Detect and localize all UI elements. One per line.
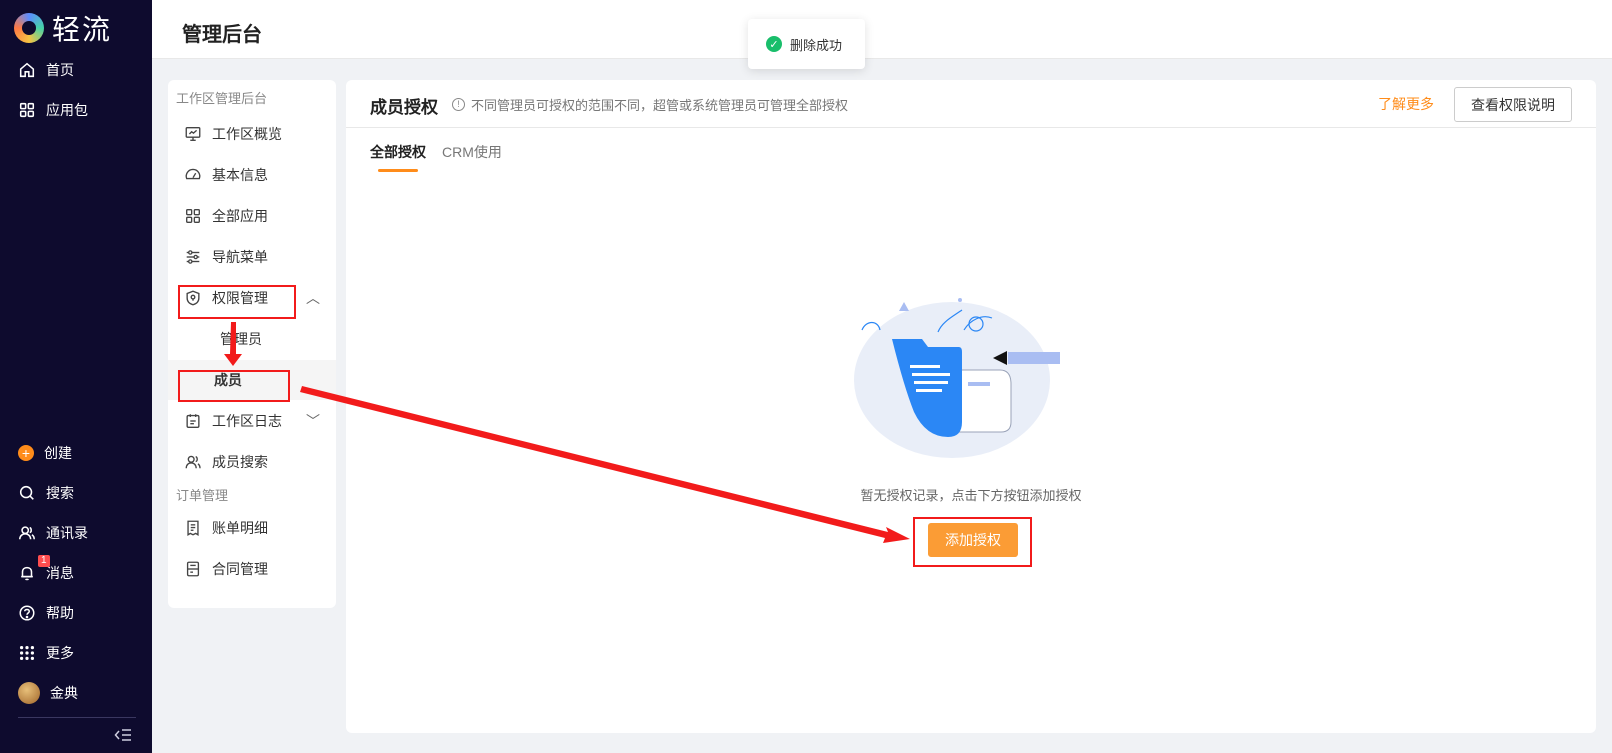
nav-more-label: 更多 bbox=[46, 645, 74, 661]
sidebar-subitem-label: 管理员 bbox=[220, 331, 262, 347]
sidebar-item-label: 工作区日志 bbox=[212, 413, 282, 429]
nav-user[interactable]: 金典 bbox=[18, 681, 78, 705]
left-navigation: 轻流 首页 应用包 + 创建 搜索 通讯录 消息 1 帮助 更多 金典 bbox=[0, 0, 152, 753]
message-count-badge: 1 bbox=[38, 555, 50, 567]
nav-contacts-label: 通讯录 bbox=[46, 525, 88, 541]
logo-mark-icon bbox=[14, 13, 44, 43]
nav-messages[interactable]: 消息 1 bbox=[18, 555, 74, 585]
sidebar-item-workspace-log[interactable]: 工作区日志 ﹀ bbox=[184, 401, 334, 441]
apps-grid-icon bbox=[186, 209, 200, 223]
success-toast: ✓ 删除成功 bbox=[748, 19, 865, 69]
app-logo[interactable]: 轻流 bbox=[14, 8, 112, 48]
nav-create-label: 创建 bbox=[44, 445, 72, 461]
sidebar-item-permission-management[interactable]: 权限管理 ︿ bbox=[184, 278, 334, 318]
nav-app-package-label: 应用包 bbox=[46, 102, 88, 118]
panel-title: 成员授权 bbox=[370, 98, 438, 117]
admin-sidebar: 工作区管理后台 工作区概览 基本信息 全部应用 导航菜单 权限管理 ︿ 管理员 … bbox=[168, 80, 336, 608]
sidebar-item-label: 工作区概览 bbox=[212, 126, 282, 142]
contacts-icon bbox=[19, 526, 35, 540]
nav-create[interactable]: + 创建 bbox=[18, 441, 72, 465]
nav-messages-label: 消息 bbox=[46, 565, 74, 581]
nav-help-label: 帮助 bbox=[46, 605, 74, 621]
plus-circle-icon: + bbox=[18, 445, 34, 461]
collapse-icon[interactable] bbox=[114, 728, 132, 745]
sidebar-item-all-apps[interactable]: 全部应用 bbox=[184, 196, 334, 236]
sidebar-item-label: 成员搜索 bbox=[212, 454, 268, 470]
monitor-icon bbox=[185, 127, 201, 141]
sidebar-item-basic-info[interactable]: 基本信息 bbox=[184, 155, 334, 195]
learn-more-link[interactable]: 了解更多 bbox=[1378, 94, 1434, 114]
view-permission-doc-button[interactable]: 查看权限说明 bbox=[1454, 87, 1572, 122]
calendar-icon bbox=[186, 414, 200, 428]
dashboard-icon bbox=[185, 168, 201, 180]
nav-divider bbox=[18, 717, 136, 718]
sidebar-item-label: 账单明细 bbox=[212, 520, 268, 536]
info-icon: ! bbox=[452, 98, 465, 111]
sidebar-item-label: 导航菜单 bbox=[212, 249, 268, 265]
main-panel: 成员授权 ! 不同管理员可授权的范围不同，超管或系统管理员可管理全部授权 了解更… bbox=[346, 80, 1596, 733]
shield-icon bbox=[186, 290, 200, 306]
tab-crm-usage[interactable]: CRM使用 bbox=[442, 142, 502, 162]
home-icon bbox=[19, 62, 35, 78]
sliders-icon bbox=[186, 250, 200, 264]
bill-icon bbox=[187, 520, 199, 536]
sidebar-item-label: 基本信息 bbox=[212, 167, 268, 183]
logo-text: 轻流 bbox=[52, 13, 113, 46]
sidebar-item-workspace-overview[interactable]: 工作区概览 bbox=[184, 114, 334, 154]
dots-grid-icon bbox=[19, 645, 35, 661]
add-authorization-button[interactable]: 添加授权 bbox=[928, 523, 1018, 557]
nav-help[interactable]: 帮助 bbox=[18, 601, 74, 625]
sidebar-item-nav-menu[interactable]: 导航菜单 bbox=[184, 237, 334, 277]
apps-grid-icon bbox=[19, 102, 35, 118]
sidebar-item-label: 权限管理 bbox=[212, 290, 268, 306]
sidebar-subitem-label: 成员 bbox=[214, 372, 242, 388]
sidebar-item-contract-management[interactable]: 合同管理 bbox=[184, 549, 334, 589]
sidebar-item-label: 合同管理 bbox=[212, 561, 268, 577]
chevron-up-icon[interactable]: ︿ bbox=[306, 288, 320, 308]
chevron-down-icon[interactable]: ﹀ bbox=[306, 411, 320, 431]
empty-state-text: 暂无授权记录，点击下方按钮添加授权 bbox=[860, 488, 1082, 503]
nav-more[interactable]: 更多 bbox=[18, 641, 74, 665]
top-header: 管理后台 bbox=[152, 0, 1612, 59]
sidebar-subitem-admin[interactable]: 管理员 bbox=[168, 319, 336, 359]
help-icon bbox=[19, 605, 35, 621]
active-tab-indicator bbox=[378, 169, 418, 172]
bell-icon bbox=[21, 566, 33, 581]
panel-tip-text: 不同管理员可授权的范围不同，超管或系统管理员可管理全部授权 bbox=[471, 98, 849, 113]
nav-contacts[interactable]: 通讯录 bbox=[18, 521, 88, 545]
contract-icon bbox=[186, 561, 200, 577]
tab-all-authorizations[interactable]: 全部授权 bbox=[370, 142, 426, 162]
nav-search-label: 搜索 bbox=[46, 485, 74, 501]
nav-app-package[interactable]: 应用包 bbox=[18, 98, 88, 122]
panel-header: 成员授权 ! 不同管理员可授权的范围不同，超管或系统管理员可管理全部授权 了解更… bbox=[346, 80, 1596, 128]
nav-user-label: 金典 bbox=[50, 685, 78, 701]
nav-home[interactable]: 首页 bbox=[18, 58, 74, 82]
sidebar-item-member-search[interactable]: 成员搜索 bbox=[184, 442, 334, 482]
users-icon bbox=[185, 455, 201, 469]
panel-tip: ! 不同管理员可授权的范围不同，超管或系统管理员可管理全部授权 bbox=[452, 95, 848, 114]
sidebar-subitem-member[interactable]: 成员 bbox=[168, 360, 336, 400]
check-circle-icon: ✓ bbox=[766, 36, 782, 52]
avatar bbox=[18, 682, 40, 704]
page-title: 管理后台 bbox=[182, 24, 262, 46]
nav-home-label: 首页 bbox=[46, 62, 74, 78]
nav-search[interactable]: 搜索 bbox=[18, 481, 74, 505]
toast-text: 删除成功 bbox=[790, 37, 843, 53]
search-icon bbox=[19, 485, 34, 500]
group-title-orders: 订单管理 bbox=[176, 488, 229, 503]
empty-state-illustration bbox=[854, 298, 1060, 458]
group-title-workspace: 工作区管理后台 bbox=[176, 91, 268, 106]
sidebar-item-bill-details[interactable]: 账单明细 bbox=[184, 508, 334, 548]
sidebar-item-label: 全部应用 bbox=[212, 208, 268, 224]
